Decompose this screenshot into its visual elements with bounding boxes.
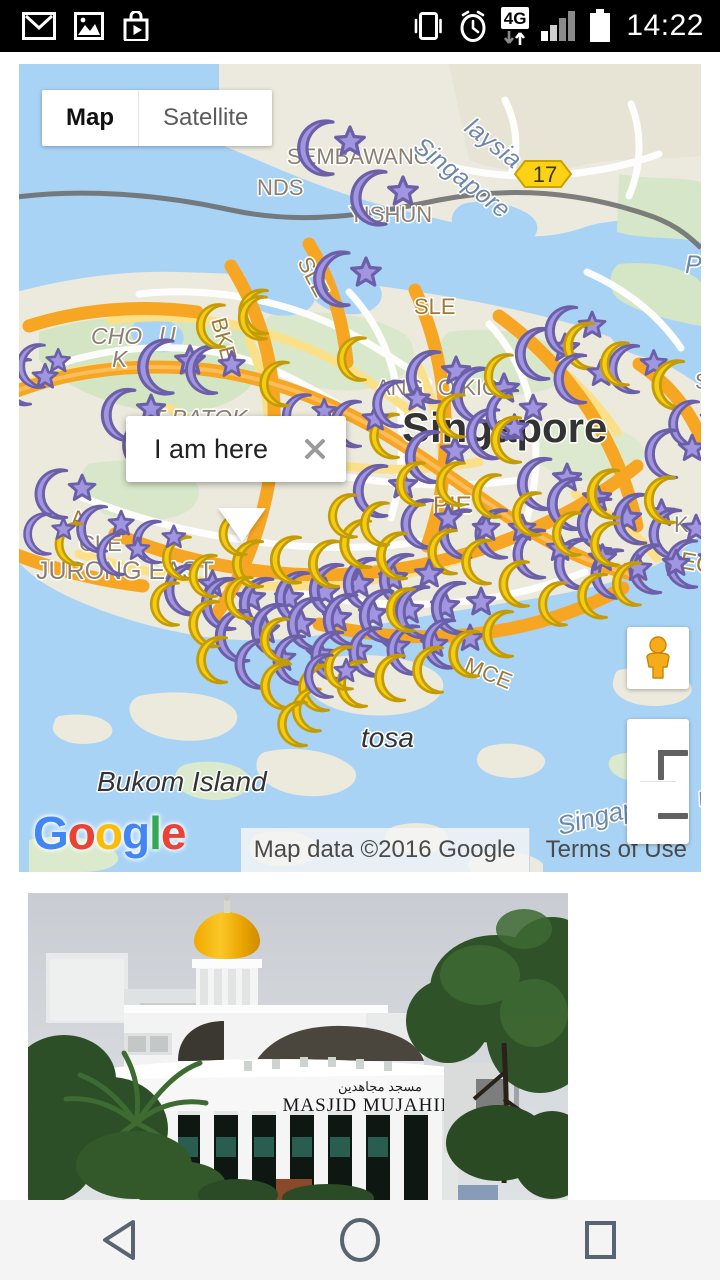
google-logo-letter-3: g bbox=[122, 807, 150, 859]
nav-back-button[interactable] bbox=[0, 1200, 240, 1280]
mosque-marker-gold[interactable] bbox=[374, 653, 407, 703]
mosque-photo-graphic: مسجد مجاهدين MASJID MUJAHIDIN bbox=[28, 893, 568, 1200]
play-store-icon bbox=[123, 11, 149, 41]
google-logo-letter-2: o bbox=[94, 807, 123, 859]
zoom-in-button[interactable] bbox=[627, 719, 689, 781]
google-logo-letter-5: e bbox=[160, 807, 187, 859]
google-logo: Google bbox=[33, 806, 187, 860]
data-transfer-arrows-icon bbox=[504, 30, 526, 45]
nav-recents-button[interactable] bbox=[480, 1200, 720, 1280]
gmail-icon bbox=[22, 12, 56, 40]
mosque-marker-gold[interactable] bbox=[195, 303, 226, 349]
app-screen: 4G 14:22 SEMBAWANG NDS YISHUN Singapore … bbox=[0, 0, 720, 1280]
info-window-tail bbox=[218, 508, 266, 542]
map-markers[interactable] bbox=[19, 64, 701, 872]
info-window-title: I am here bbox=[154, 433, 269, 464]
mosque-marker-purple[interactable] bbox=[185, 344, 246, 396]
back-triangle-icon bbox=[103, 1220, 135, 1260]
mosque-marker-gold[interactable] bbox=[260, 661, 293, 711]
map-data-credit: Map data ©2016 Google bbox=[240, 828, 529, 872]
map-type-map-button[interactable]: Map bbox=[42, 90, 139, 146]
street-view-pegman-button[interactable] bbox=[627, 627, 689, 689]
mosque-marker-purple[interactable] bbox=[297, 119, 366, 177]
mosque-marker-purple[interactable] bbox=[372, 379, 431, 429]
mobile-data-icon: 4G bbox=[500, 6, 530, 46]
map-type-satellite-button[interactable]: Satellite bbox=[139, 90, 272, 146]
status-bar: 4G 14:22 bbox=[0, 0, 720, 52]
map-info-window[interactable]: I am here bbox=[126, 416, 347, 542]
zoom-controls[interactable] bbox=[627, 719, 689, 844]
mosque-marker-gold[interactable] bbox=[482, 609, 515, 659]
close-icon[interactable] bbox=[298, 432, 332, 466]
info-window-bubble: I am here bbox=[126, 416, 347, 482]
android-navigation-bar[interactable] bbox=[0, 1200, 720, 1280]
mosque-marker-purple[interactable] bbox=[313, 250, 382, 308]
map-type-toggle[interactable]: Map Satellite bbox=[42, 90, 273, 146]
mosque-marker-purple[interactable] bbox=[23, 512, 76, 556]
mosque-marker-purple[interactable] bbox=[350, 169, 419, 227]
nav-home-button[interactable] bbox=[240, 1200, 480, 1280]
home-circle-icon bbox=[340, 1218, 380, 1262]
alarm-icon bbox=[460, 10, 486, 42]
mosque-photo[interactable]: مسجد مجاهدين MASJID MUJAHIDIN bbox=[28, 893, 568, 1200]
recents-square-icon bbox=[585, 1221, 616, 1259]
mosque-marker-gold[interactable] bbox=[577, 572, 608, 620]
svg-text:مسجد مجاهدين: مسجد مجاهدين bbox=[338, 1079, 422, 1095]
status-bar-system-icons: 4G 14:22 bbox=[411, 6, 720, 46]
network-type-badge: 4G bbox=[500, 6, 530, 29]
pegman-icon bbox=[646, 636, 670, 679]
google-logo-letter-4: l bbox=[149, 807, 162, 859]
status-bar-clock: 14:22 bbox=[626, 9, 704, 42]
google-logo-letter-1: o bbox=[67, 807, 96, 859]
status-bar-notification-icons bbox=[0, 11, 150, 41]
mosque-marker-purple[interactable] bbox=[668, 399, 701, 449]
photos-icon bbox=[74, 12, 104, 40]
map-view[interactable]: SEMBAWANGNDSYISHUNSingaporelaysiaPul17SL… bbox=[19, 64, 701, 872]
mosque-marker-gold[interactable] bbox=[537, 581, 568, 627]
battery-icon bbox=[590, 9, 611, 42]
mosque-marker-gold[interactable] bbox=[435, 461, 466, 507]
vibrate-icon bbox=[414, 12, 442, 40]
signal-icon bbox=[541, 11, 576, 41]
mosque-marker-gold[interactable] bbox=[336, 336, 367, 382]
mosque-marker-gold[interactable] bbox=[259, 360, 290, 408]
mosque-marker-purple[interactable] bbox=[404, 429, 471, 485]
zoom-out-button[interactable] bbox=[627, 782, 689, 844]
google-logo-letter-0: G bbox=[33, 807, 69, 859]
